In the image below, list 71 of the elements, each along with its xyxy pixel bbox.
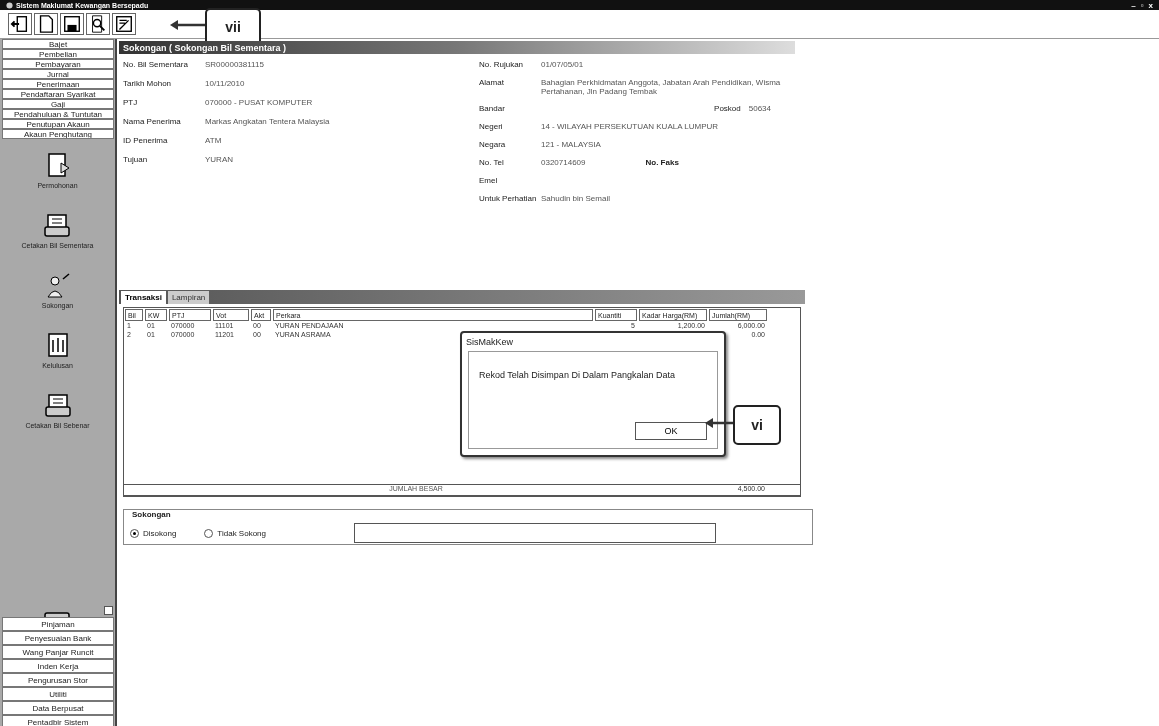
field-label: No. Rujukan — [479, 60, 525, 71]
printer-icon[interactable] — [42, 211, 73, 239]
callout-label: vi — [733, 405, 781, 445]
window-control[interactable]: – — [1131, 0, 1136, 10]
document-button[interactable] — [34, 13, 58, 35]
door-icon — [10, 14, 30, 34]
printer-icon[interactable] — [42, 391, 73, 419]
field-label: Bandar — [479, 104, 506, 115]
sidebar-item[interactable]: Pentadbir Sistem — [2, 715, 114, 726]
sidebar-item[interactable]: Jurnal — [2, 69, 114, 79]
app-icon — [6, 1, 13, 9]
sidebar-item[interactable]: Pinjaman — [2, 617, 114, 631]
tab[interactable]: Transaksi — [121, 291, 166, 304]
field-label: ID Penerima — [123, 136, 169, 147]
dialog-title: SisMakKew — [465, 336, 514, 349]
sidebar-item[interactable]: Penerimaan — [2, 79, 114, 89]
field-label: Tarikh Mohon — [123, 79, 173, 90]
sidebar-item[interactable]: Pembelian — [2, 49, 114, 59]
edit-icon — [114, 14, 134, 34]
radio-option[interactable]: Disokong — [130, 528, 177, 538]
tab[interactable]: Lampiran — [167, 291, 210, 304]
sidebar-item[interactable]: Data Berpusat — [2, 701, 114, 715]
field-label: Nama Penerima — [123, 117, 182, 128]
sidebar-item[interactable]: Pembayaran — [2, 59, 114, 69]
form-header: Sokongan ( Sokongan Bil Sementara ) — [119, 41, 795, 54]
field-value: Markas Angkatan Tentera Malaysia — [205, 117, 330, 128]
field-label: Poskod — [714, 104, 741, 115]
sidebar-item[interactable]: Utiliti — [2, 687, 114, 701]
dialog-message: Rekod Telah Disimpan Di Dalam Pangkalan Data — [479, 370, 676, 380]
field-value: 121 - MALAYSIA — [541, 140, 601, 151]
field-value: ATM — [205, 136, 222, 147]
sidebar-item[interactable]: Inden Kerja — [2, 659, 114, 673]
field-value: 10/11/2010 — [205, 79, 245, 90]
save-icon — [62, 14, 82, 34]
group-title: Sokongan — [131, 510, 172, 519]
field-value: 01/07/05/01 — [541, 60, 584, 71]
field-label: Negara — [479, 140, 507, 151]
window-control[interactable]: ▫ — [1140, 0, 1144, 10]
sidebar-item[interactable]: Bajet — [2, 39, 114, 49]
ok-button[interactable]: OK — [635, 422, 707, 440]
field-label: Negeri — [479, 122, 504, 133]
sidebar-item[interactable]: Gaji — [2, 99, 114, 109]
callout-arrow — [170, 20, 206, 30]
sidebar-item[interactable]: Penyesuaian Bank — [2, 631, 114, 645]
save-button[interactable] — [60, 13, 84, 35]
field-value: Sahudin bin Semail — [541, 194, 610, 205]
sidebar-item[interactable]: Akaun Penghutang — [2, 129, 114, 139]
sidebar-item[interactable]: Wang Panjar Runcit — [2, 645, 114, 659]
field-label: PTJ — [123, 98, 139, 109]
edit-button[interactable] — [112, 13, 136, 35]
field-value: 0320714609 — [541, 158, 586, 169]
scroll-button[interactable] — [104, 606, 113, 615]
door-button[interactable] — [8, 13, 32, 35]
search-button[interactable] — [86, 13, 110, 35]
field-value: Bahagian Perkhidmatan Anggota, Jabatan Arah Pendidikan, Wisma Pertahanan, Jln Padang Tembak — [541, 78, 782, 98]
radio-option[interactable]: Tidak Sokong — [204, 528, 266, 538]
field-value: 50634 — [748, 104, 771, 115]
field-label: No. Faks — [645, 158, 679, 169]
field-value: YURAN — [205, 155, 233, 166]
field-value: 14 - WILAYAH PERSEKUTUAN KUALA LUMPUR — [541, 122, 719, 133]
field-label: No. Bil Sementara — [123, 60, 189, 71]
sidebar-item[interactable]: Pengurusan Stor — [2, 673, 114, 687]
field-value: SR00000381115 — [205, 60, 264, 71]
field-label: Untuk Perhatian — [479, 194, 538, 205]
field-label: Alamat — [479, 78, 505, 89]
field-label: Emel — [479, 176, 499, 187]
field-label: No. Tel — [479, 158, 505, 169]
field-label: Tujuan — [123, 155, 149, 166]
field-value: 070000 - PUSAT KOMPUTER — [205, 98, 313, 109]
window-control[interactable]: x — [1148, 0, 1153, 10]
input-field[interactable] — [354, 523, 716, 543]
